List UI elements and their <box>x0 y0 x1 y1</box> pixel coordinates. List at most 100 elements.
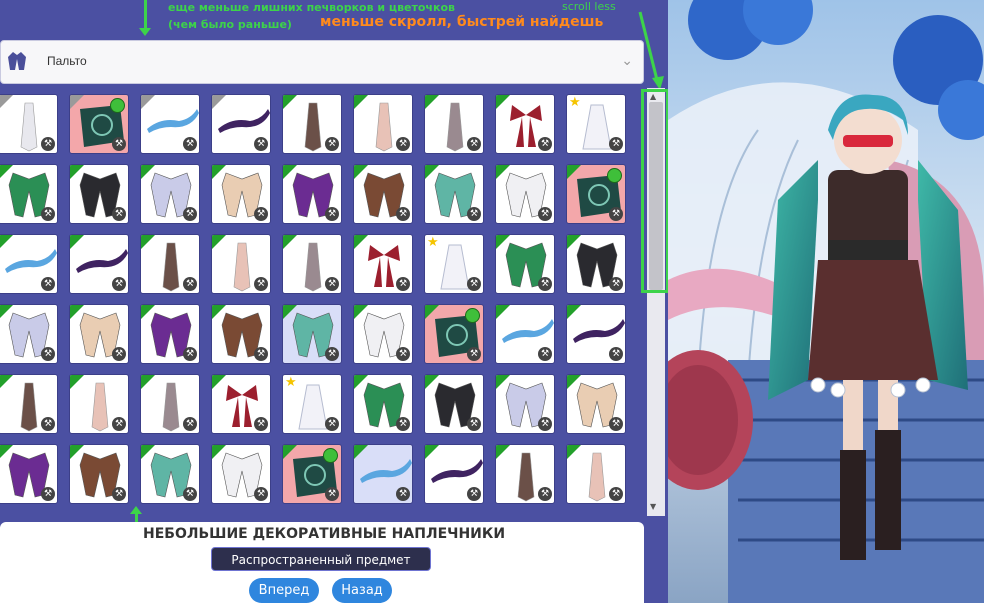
item-slot-lavender-cape[interactable]: ⚒ <box>140 164 200 224</box>
scroll-down-icon[interactable]: ▼ <box>650 502 656 511</box>
item-slot-pink-ribbon[interactable]: ⚒ <box>566 444 626 504</box>
item-slot-lavender-cape[interactable]: ⚒ <box>0 304 58 364</box>
item-slot-red-bow[interactable]: ⚒ <box>495 94 555 154</box>
item-slot-patchwork[interactable]: ⚒ <box>424 304 484 364</box>
wrench-icon[interactable]: ⚒ <box>254 277 268 291</box>
wrench-icon[interactable]: ⚒ <box>467 417 481 431</box>
item-slot-blue-pauldron[interactable]: ⚒ <box>0 234 58 294</box>
item-slot-black-cape[interactable]: ⚒ <box>566 234 626 294</box>
item-slot-white-flower[interactable]: ★ ⚒ <box>282 374 342 434</box>
item-slot-blue-pauldron[interactable]: ⚒ <box>353 444 413 504</box>
wrench-icon[interactable]: ⚒ <box>467 207 481 221</box>
wrench-icon[interactable]: ⚒ <box>183 137 197 151</box>
wrench-icon[interactable]: ⚒ <box>538 347 552 361</box>
back-button[interactable]: Назад <box>332 578 392 603</box>
item-slot-purple-cape[interactable]: ⚒ <box>0 444 58 504</box>
wrench-icon[interactable]: ⚒ <box>183 277 197 291</box>
wrench-icon[interactable]: ⚒ <box>325 347 339 361</box>
wrench-icon[interactable]: ⚒ <box>609 487 623 501</box>
wrench-icon[interactable]: ⚒ <box>112 207 126 221</box>
item-slot-pink-ribbon[interactable]: ⚒ <box>69 374 129 434</box>
item-slot-brown-cape[interactable]: ⚒ <box>69 444 129 504</box>
wrench-icon[interactable]: ⚒ <box>325 277 339 291</box>
item-slot-pink-ribbon[interactable]: ⚒ <box>353 94 413 154</box>
item-slot-patchwork[interactable]: ⚒ <box>69 94 129 154</box>
wrench-icon[interactable]: ⚒ <box>467 137 481 151</box>
item-slot-white-cape[interactable]: ⚒ <box>211 444 271 504</box>
item-slot-patchwork[interactable]: ⚒ <box>566 164 626 224</box>
item-slot-purple-pauldron[interactable]: ⚒ <box>424 444 484 504</box>
item-slot-black-cape[interactable]: ⚒ <box>69 164 129 224</box>
wrench-icon[interactable]: ⚒ <box>396 277 410 291</box>
item-slot-blue-pauldron[interactable]: ⚒ <box>495 304 555 364</box>
wrench-icon[interactable]: ⚒ <box>41 137 55 151</box>
item-slot-brown-ribbon[interactable]: ⚒ <box>282 94 342 154</box>
item-slot-white-ribbon[interactable]: ⚒ <box>0 94 58 154</box>
wrench-icon[interactable]: ⚒ <box>254 487 268 501</box>
wrench-icon[interactable]: ⚒ <box>609 417 623 431</box>
wrench-icon[interactable]: ⚒ <box>467 347 481 361</box>
item-slot-white-flower[interactable]: ★ ⚒ <box>424 234 484 294</box>
item-slot-blue-pauldron[interactable]: ⚒ <box>140 94 200 154</box>
wrench-icon[interactable]: ⚒ <box>41 207 55 221</box>
item-slot-green-cape[interactable]: ⚒ <box>353 374 413 434</box>
item-slot-beige-cape[interactable]: ⚒ <box>69 304 129 364</box>
item-slot-green-cape[interactable]: ⚒ <box>495 234 555 294</box>
wrench-icon[interactable]: ⚒ <box>112 277 126 291</box>
next-button[interactable]: Вперед <box>249 578 319 603</box>
wrench-icon[interactable]: ⚒ <box>538 417 552 431</box>
wrench-icon[interactable]: ⚒ <box>41 347 55 361</box>
item-slot-red-bow[interactable]: ⚒ <box>353 234 413 294</box>
item-slot-black-cape[interactable]: ⚒ <box>424 374 484 434</box>
wrench-icon[interactable]: ⚒ <box>183 417 197 431</box>
item-slot-brown-cape[interactable]: ⚒ <box>211 304 271 364</box>
item-slot-brown-cape[interactable]: ⚒ <box>353 164 413 224</box>
item-slot-brown-ribbon[interactable]: ⚒ <box>495 444 555 504</box>
wrench-icon[interactable]: ⚒ <box>112 417 126 431</box>
wrench-icon[interactable]: ⚒ <box>609 137 623 151</box>
wrench-icon[interactable]: ⚒ <box>325 487 339 501</box>
wrench-icon[interactable]: ⚒ <box>112 347 126 361</box>
item-slot-lavender-cape[interactable]: ⚒ <box>495 374 555 434</box>
wrench-icon[interactable]: ⚒ <box>538 277 552 291</box>
item-slot-taupe-ribbon[interactable]: ⚒ <box>282 234 342 294</box>
wrench-icon[interactable]: ⚒ <box>41 277 55 291</box>
item-slot-red-bow[interactable]: ⚒ <box>211 374 271 434</box>
item-slot-brown-ribbon[interactable]: ⚒ <box>140 234 200 294</box>
item-slot-teal-cape[interactable]: ⚒ <box>282 304 342 364</box>
wrench-icon[interactable]: ⚒ <box>396 347 410 361</box>
item-slot-taupe-ribbon[interactable]: ⚒ <box>424 94 484 154</box>
wrench-icon[interactable]: ⚒ <box>41 487 55 501</box>
item-slot-white-cape[interactable]: ⚒ <box>353 304 413 364</box>
category-dropdown[interactable]: Пальто ⌄ <box>0 40 644 84</box>
item-slot-patchwork[interactable]: ⚒ <box>282 444 342 504</box>
wrench-icon[interactable]: ⚒ <box>396 207 410 221</box>
wrench-icon[interactable]: ⚒ <box>41 417 55 431</box>
wrench-icon[interactable]: ⚒ <box>609 347 623 361</box>
item-slot-white-flower[interactable]: ★ ⚒ <box>566 94 626 154</box>
wrench-icon[interactable]: ⚒ <box>183 207 197 221</box>
wrench-icon[interactable]: ⚒ <box>609 277 623 291</box>
wrench-icon[interactable]: ⚒ <box>538 137 552 151</box>
wrench-icon[interactable]: ⚒ <box>325 207 339 221</box>
item-slot-brown-ribbon[interactable]: ⚒ <box>0 374 58 434</box>
wrench-icon[interactable]: ⚒ <box>183 347 197 361</box>
wrench-icon[interactable]: ⚒ <box>254 347 268 361</box>
item-slot-teal-cape[interactable]: ⚒ <box>140 444 200 504</box>
item-slot-beige-cape[interactable]: ⚒ <box>566 374 626 434</box>
wrench-icon[interactable]: ⚒ <box>325 137 339 151</box>
wrench-icon[interactable]: ⚒ <box>325 417 339 431</box>
item-slot-purple-pauldron[interactable]: ⚒ <box>69 234 129 294</box>
wrench-icon[interactable]: ⚒ <box>467 487 481 501</box>
item-slot-purple-cape[interactable]: ⚒ <box>140 304 200 364</box>
item-slot-teal-cape[interactable]: ⚒ <box>424 164 484 224</box>
item-slot-green-cape[interactable]: ⚒ <box>0 164 58 224</box>
item-slot-beige-cape[interactable]: ⚒ <box>211 164 271 224</box>
wrench-icon[interactable]: ⚒ <box>183 487 197 501</box>
wrench-icon[interactable]: ⚒ <box>538 207 552 221</box>
wrench-icon[interactable]: ⚒ <box>254 137 268 151</box>
wrench-icon[interactable]: ⚒ <box>254 207 268 221</box>
item-slot-purple-pauldron[interactable]: ⚒ <box>211 94 271 154</box>
wrench-icon[interactable]: ⚒ <box>467 277 481 291</box>
wrench-icon[interactable]: ⚒ <box>396 137 410 151</box>
